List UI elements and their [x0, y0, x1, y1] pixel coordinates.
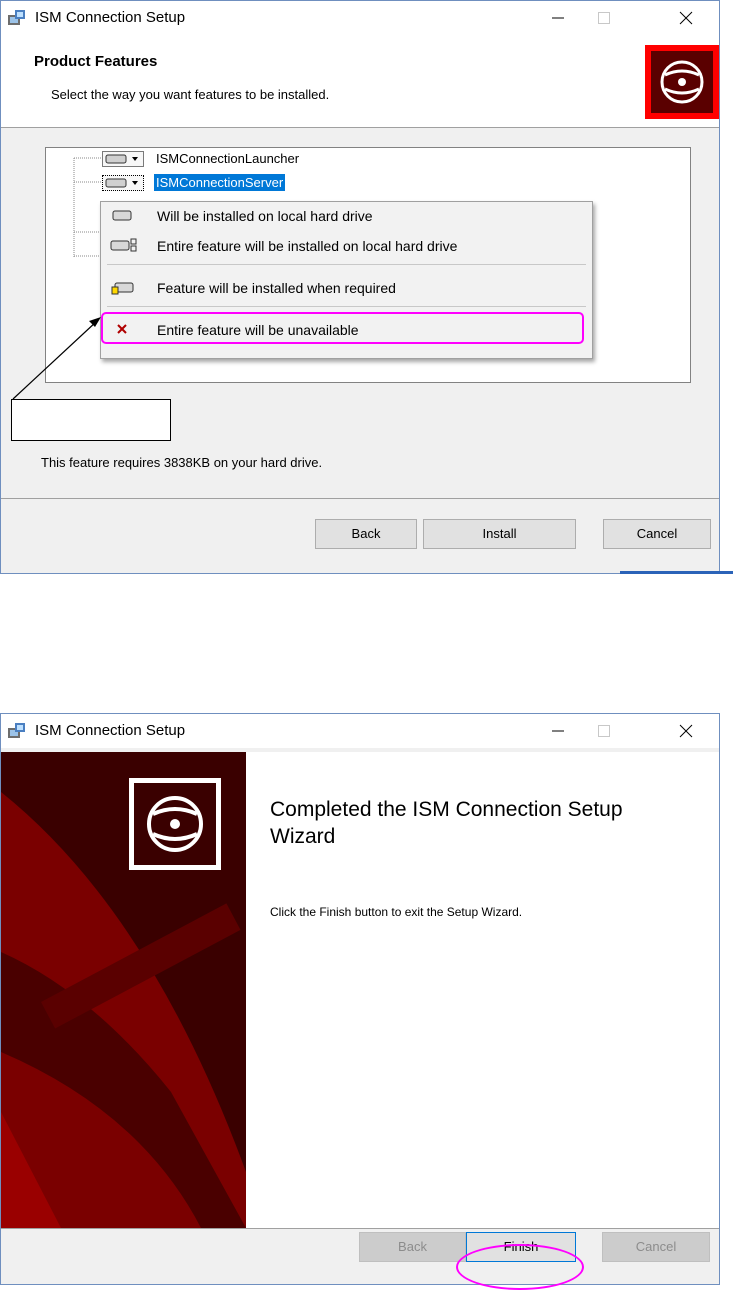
install-button-label: Install	[482, 526, 517, 541]
window-title: ISM Connection Setup	[35, 722, 186, 739]
cancel-button-label: Cancel	[636, 526, 678, 541]
maximize-button	[581, 714, 627, 748]
back-button-label: Back	[398, 1239, 427, 1254]
wizard-banner-image	[1, 752, 246, 1228]
install-button[interactable]: Install	[423, 519, 576, 549]
title-bar: ISM Connection Setup	[1, 714, 719, 748]
cancel-button-label: Cancel	[635, 1239, 677, 1254]
setup-complete-window: ISM Connection Setup Completed the ISM C…	[0, 713, 720, 1285]
close-icon	[679, 724, 693, 738]
back-button: Back	[359, 1232, 466, 1262]
wizard-content: Completed the ISM Connection Setup Wizar…	[246, 752, 719, 1228]
disk-requirement-text: This feature requires 3838KB on your har…	[41, 455, 323, 470]
minimize-icon	[552, 730, 564, 732]
cancel-button: Cancel	[602, 1232, 710, 1262]
completion-heading: Completed the ISM Connection Setup Wizar…	[270, 798, 623, 848]
maximize-icon	[598, 725, 610, 737]
back-button[interactable]: Back	[315, 519, 417, 549]
product-features-window: ISM Connection Setup Product Features Se…	[0, 0, 720, 574]
back-button-label: Back	[351, 526, 381, 541]
minimize-button[interactable]	[535, 714, 581, 748]
setup-app-icon	[8, 723, 25, 738]
footer-divider	[1, 498, 719, 499]
annotation-box	[11, 399, 171, 441]
finish-highlight-circle	[456, 1244, 584, 1290]
anchor-graphic	[1, 778, 246, 1228]
footer-divider	[1, 1228, 719, 1229]
window-border-accent	[620, 571, 733, 574]
annotation-arrow	[12, 317, 101, 400]
close-button[interactable]	[663, 714, 709, 748]
cancel-button[interactable]: Cancel	[603, 519, 711, 549]
completion-message: Click the Finish button to exit the Setu…	[270, 905, 523, 919]
